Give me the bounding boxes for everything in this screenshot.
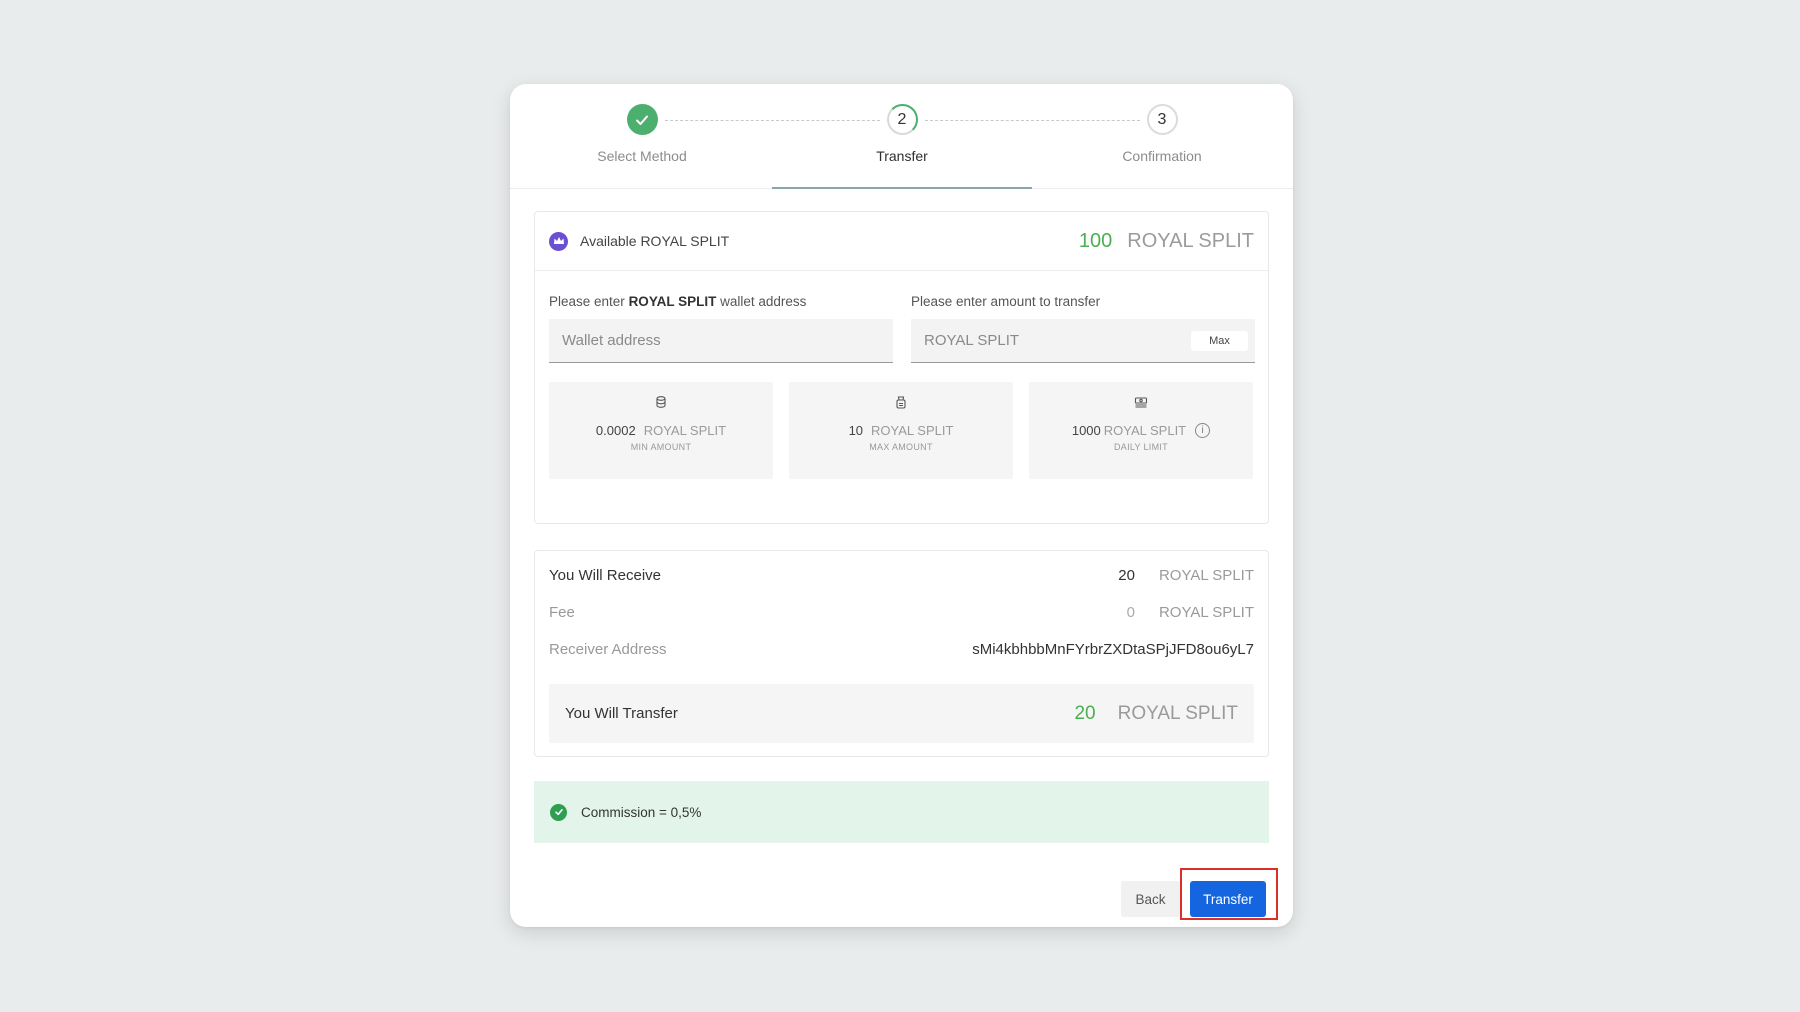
receive-label: You Will Receive <box>549 566 661 584</box>
active-step-indicator <box>772 187 1032 189</box>
label-suffix: wallet address <box>716 294 807 309</box>
coin-bag-icon <box>894 395 908 409</box>
transfer-total-amount: 20 <box>1074 702 1096 724</box>
transfer-total-value: 20 ROYAL SPLIT <box>1074 703 1238 725</box>
fee-row: Fee 0 ROYAL SPLIT <box>549 601 1254 623</box>
available-currency: ROYAL SPLIT <box>1127 229 1254 252</box>
available-balance-row: Available ROYAL SPLIT 100 ROYAL SPLIT <box>535 212 1268 271</box>
limit-number: 0.0002 <box>595 423 636 438</box>
step-confirmation[interactable]: 3 Confirmation <box>1032 104 1292 164</box>
fee-currency: ROYAL SPLIT <box>1158 603 1254 621</box>
limit-currency: ROYAL SPLIT <box>1103 423 1187 438</box>
receiver-address-row: Receiver Address sMi4kbhbbMnFYrbrZXDtaSP… <box>549 638 1254 660</box>
back-button[interactable]: Back <box>1121 881 1180 917</box>
cash-stack-icon <box>1134 395 1148 409</box>
info-icon[interactable]: i <box>1195 423 1211 438</box>
limit-currency: ROYAL SPLIT <box>871 423 954 438</box>
receiver-address-label: Receiver Address <box>549 640 667 658</box>
limit-caption: MIN AMOUNT <box>630 442 692 452</box>
commission-notice: Commission = 0,5% <box>534 781 1269 843</box>
available-balance: 100 ROYAL SPLIT <box>1079 230 1254 253</box>
limit-number: 1000 <box>1071 423 1101 438</box>
crown-icon <box>549 231 568 251</box>
wallet-address-box <box>549 319 893 363</box>
amount-box: Max <box>911 319 1255 363</box>
amount-field: Please enter amount to transfer Max <box>911 294 1255 363</box>
receive-currency: ROYAL SPLIT <box>1158 566 1254 584</box>
limit-number: 10 <box>848 423 864 438</box>
min-amount-card: 0.0002 ROYAL SPLIT MIN AMOUNT <box>549 382 773 479</box>
min-amount-value: 0.0002 ROYAL SPLIT <box>596 423 726 438</box>
fee-value: 0 ROYAL SPLIT <box>1127 604 1254 621</box>
transfer-total-label: You Will Transfer <box>565 705 678 722</box>
step-label: Confirmation <box>1122 148 1202 164</box>
transfer-form-card: Available ROYAL SPLIT 100 ROYAL SPLIT Pl… <box>534 211 1269 524</box>
step-number: 3 <box>1146 104 1178 135</box>
limit-caption: MAX AMOUNT <box>869 442 933 452</box>
label-prefix: Please enter <box>549 294 629 309</box>
transfer-total-currency: ROYAL SPLIT <box>1117 702 1238 724</box>
check-icon <box>626 104 658 135</box>
max-amount-card: 10 ROYAL SPLIT MAX AMOUNT <box>789 382 1013 479</box>
stepper: Select Method 2 Transfer 3 Confirmation <box>510 84 1293 189</box>
step-select-method[interactable]: Select Method <box>512 104 772 164</box>
receive-value: 20 ROYAL SPLIT <box>1118 567 1254 584</box>
daily-limit-card: 1000 ROYAL SPLIT i DAILY LIMIT <box>1029 382 1253 479</box>
step-label: Transfer <box>876 148 928 164</box>
receive-amount: 20 <box>1118 566 1135 584</box>
step-transfer[interactable]: 2 Transfer <box>772 104 1032 164</box>
fee-amount: 0 <box>1126 603 1135 621</box>
receive-row: You Will Receive 20 ROYAL SPLIT <box>549 564 1254 586</box>
daily-limit-value: 1000 ROYAL SPLIT i <box>1071 423 1211 438</box>
transfer-button[interactable]: Transfer <box>1190 881 1266 917</box>
label-currency: ROYAL SPLIT <box>628 294 717 309</box>
transfer-summary-card: You Will Receive 20 ROYAL SPLIT Fee 0 RO… <box>534 550 1269 757</box>
wallet-address-field: Please enter ROYAL SPLIT wallet address <box>549 294 893 363</box>
coin-stack-icon <box>654 395 668 409</box>
amount-label: Please enter amount to transfer <box>911 294 1101 309</box>
receiver-address: sMi4kbhbbMnFYrbrZXDtaSPjJFD8ou6yL7 <box>972 640 1254 658</box>
fee-label: Fee <box>549 603 575 621</box>
step-label: Select Method <box>597 148 687 164</box>
check-circle-icon <box>550 803 567 821</box>
total-transfer-box: You Will Transfer 20 ROYAL SPLIT <box>549 684 1254 743</box>
input-row: Please enter ROYAL SPLIT wallet address … <box>535 271 1268 381</box>
limit-currency: ROYAL SPLIT <box>643 423 727 438</box>
wallet-address-input[interactable] <box>562 332 880 349</box>
max-button[interactable]: Max <box>1191 331 1248 351</box>
transfer-dialog: Select Method 2 Transfer 3 Confirmation … <box>510 84 1293 927</box>
available-amount: 100 <box>1078 229 1113 252</box>
available-label: Available ROYAL SPLIT <box>580 233 730 249</box>
commission-text: Commission = 0,5% <box>581 804 702 820</box>
receiver-address-value: sMi4kbhbbMnFYrbrZXDtaSPjJFD8ou6yL7 <box>972 641 1254 658</box>
wallet-address-label: Please enter ROYAL SPLIT wallet address <box>549 294 893 309</box>
max-amount-value: 10 ROYAL SPLIT <box>849 423 954 438</box>
limits-row: 0.0002 ROYAL SPLIT MIN AMOUNT 10 ROYAL S… <box>549 382 1253 479</box>
limit-caption: DAILY LIMIT <box>1114 442 1168 452</box>
step-number: 2 <box>886 104 918 135</box>
